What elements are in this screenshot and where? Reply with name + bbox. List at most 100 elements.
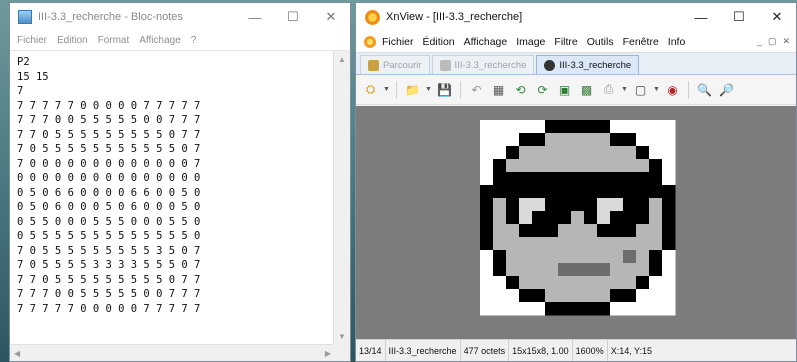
maximize-button[interactable]: ☐ [274, 3, 312, 31]
save-icon[interactable]: 💾 [435, 80, 454, 99]
mdi-restore-icon[interactable]: ▢ [768, 36, 777, 47]
pixel [532, 237, 546, 251]
minimize-button[interactable]: — [236, 3, 274, 31]
rotate-left-icon[interactable]: ⟲ [511, 80, 530, 99]
mdi-minimize-icon[interactable]: _ [757, 36, 762, 47]
mdi-close-icon[interactable]: ✕ [782, 36, 790, 47]
pixel [636, 237, 650, 251]
horizontal-scrollbar[interactable]: ◀ ▶ [10, 344, 335, 361]
pixel [519, 250, 533, 264]
pixel [636, 133, 650, 147]
tab-parcourir[interactable]: Parcourir [360, 55, 430, 74]
open-folder-icon[interactable]: 📁 [403, 80, 422, 99]
image-edit-icon[interactable]: ▩ [577, 80, 596, 99]
notepad-titlebar[interactable]: III-3.3_recherche - Bloc-notes — ☐ ✕ [10, 3, 350, 31]
menu-format[interactable]: Format [98, 35, 130, 46]
menu-image[interactable]: Image [516, 36, 545, 48]
pixel [558, 120, 572, 134]
undo-icon[interactable]: ↶ [467, 80, 486, 99]
pixel [610, 185, 624, 199]
pixel [623, 146, 637, 160]
tab-image-2[interactable]: III-3.3_recherche [536, 55, 640, 74]
pixel [558, 224, 572, 238]
document-menu-icon[interactable] [364, 35, 376, 48]
pixel [636, 198, 650, 212]
adjust-icon[interactable]: ▣ [555, 80, 574, 99]
pixel [597, 211, 611, 225]
pixel [610, 276, 624, 290]
menu-fichier[interactable]: Fichier [17, 35, 47, 46]
pixel [662, 133, 676, 147]
tab-image-1[interactable]: III-3.3_recherche [431, 55, 535, 74]
chevron-down-icon[interactable]: ▼ [621, 86, 628, 93]
pixel [649, 237, 663, 251]
pixel-image [480, 120, 676, 316]
pixel [480, 185, 494, 199]
pixel [493, 211, 507, 225]
pixel [584, 302, 598, 316]
scroll-left-icon[interactable]: ◀ [14, 345, 20, 361]
menu-filtre[interactable]: Filtre [554, 36, 577, 48]
pixel [623, 211, 637, 225]
notepad-text-area[interactable]: P2 15 15 7 7 7 7 7 7 0 0 0 0 0 7 7 7 7 7 7 7… [10, 51, 350, 345]
image-viewer[interactable] [356, 106, 796, 340]
notepad-text[interactable]: P2 15 15 7 7 7 7 7 7 0 0 0 0 0 7 7 7 7 7 7 7… [17, 55, 200, 316]
print-icon[interactable]: ⎙ [599, 80, 618, 99]
monitor-icon[interactable]: ▢ [631, 80, 650, 99]
scroll-down-icon[interactable]: ▼ [334, 328, 350, 345]
chevron-down-icon[interactable]: ▼ [425, 86, 432, 93]
close-button[interactable]: ✕ [312, 3, 350, 31]
text-line: 7 7 0 5 5 5 5 5 5 5 5 5 0 7 7 [17, 273, 201, 286]
menu-affichage[interactable]: Affichage [139, 35, 181, 46]
pixel [506, 224, 520, 238]
close-button[interactable]: ✕ [758, 3, 796, 31]
pixel [519, 133, 533, 147]
menu-outils[interactable]: Outils [587, 36, 614, 48]
pixel [597, 276, 611, 290]
pixel [649, 133, 663, 147]
pixel [493, 198, 507, 212]
chevron-down-icon[interactable]: ▼ [653, 86, 660, 93]
browse-icon[interactable]: ⛭ [361, 80, 380, 99]
pixel [545, 172, 559, 186]
chevron-down-icon[interactable]: ▼ [383, 86, 390, 93]
crop-icon[interactable]: ▦ [489, 80, 508, 99]
menu-help[interactable]: ? [191, 35, 197, 46]
pixel [597, 302, 611, 316]
pixel [545, 250, 559, 264]
pixel [571, 198, 585, 212]
menu-edition[interactable]: Édition [423, 36, 455, 48]
pixel [480, 302, 494, 316]
pixel [545, 302, 559, 316]
menu-fichier[interactable]: Fichier [382, 36, 414, 48]
pixel [545, 159, 559, 173]
scroll-right-icon[interactable]: ▶ [325, 345, 331, 361]
pixel [636, 211, 650, 225]
pixel [636, 289, 650, 303]
menu-affichage[interactable]: Affichage [464, 36, 508, 48]
minimize-button[interactable]: — [682, 3, 720, 31]
pixel [597, 250, 611, 264]
zoom-out-icon[interactable]: 🔎 [717, 80, 736, 99]
pixel [623, 289, 637, 303]
xnview-titlebar[interactable]: XnView - [III-3.3_recherche] — ☐ ✕ [356, 3, 796, 31]
pixel [584, 172, 598, 186]
award-icon[interactable]: ◉ [663, 80, 682, 99]
pixel [649, 172, 663, 186]
maximize-button[interactable]: ☐ [720, 3, 758, 31]
text-line: 0 5 5 0 0 0 5 5 5 0 0 0 5 5 0 [17, 215, 201, 228]
pixel [662, 237, 676, 251]
pixel [597, 237, 611, 251]
menu-edition[interactable]: Edition [57, 35, 88, 46]
scroll-up-icon[interactable]: ▲ [334, 51, 350, 68]
vertical-scrollbar[interactable]: ▲ ▼ [333, 51, 350, 345]
zoom-in-icon[interactable]: 🔍 [695, 80, 714, 99]
pixel [506, 198, 520, 212]
menu-info[interactable]: Info [668, 36, 686, 48]
pixel [610, 250, 624, 264]
pixel [623, 172, 637, 186]
menu-fenetre[interactable]: Fenêtre [623, 36, 659, 48]
rotate-right-icon[interactable]: ⟳ [533, 80, 552, 99]
pixel [584, 133, 598, 147]
pixel [584, 211, 598, 225]
